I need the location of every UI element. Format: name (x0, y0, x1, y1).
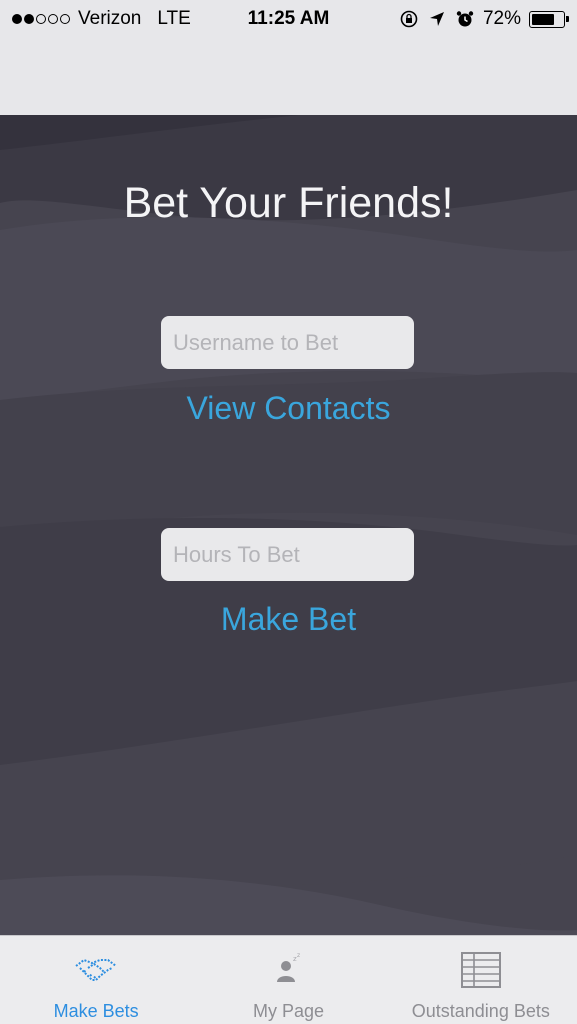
wave-background (0, 115, 577, 935)
hours-input[interactable] (161, 528, 414, 581)
tab-label: Outstanding Bets (411, 1001, 550, 1021)
navigation-bar (0, 38, 577, 115)
status-bar: Verizon LTE 11:25 AM 72% (0, 0, 577, 38)
battery-percentage: 72% (482, 8, 521, 29)
location-arrow-icon (429, 12, 444, 26)
status-right: 72% (399, 8, 569, 30)
tab-label: Make Bets (53, 1001, 139, 1021)
person-sleeping-icon: z z (277, 952, 301, 982)
handshake-icon (75, 958, 117, 981)
tab-my-page[interactable]: z z My Page (192, 936, 384, 1024)
page-title: Bet Your Friends! (123, 179, 454, 227)
tab-bar: Make Bets z z My Page Outstanding Bets (0, 935, 577, 1024)
tab-outstanding-bets[interactable]: Outstanding Bets (385, 936, 577, 1024)
tab-label: My Page (252, 1001, 324, 1021)
table-grid-icon (460, 952, 501, 988)
view-contacts-button[interactable]: View Contacts (0, 390, 577, 427)
main-content: Bet Your Friends! View Contacts Make Bet (0, 115, 577, 935)
battery-icon (529, 10, 569, 28)
rotation-lock-icon (400, 10, 418, 28)
tab-make-bets[interactable]: Make Bets (0, 936, 192, 1024)
make-bet-button[interactable]: Make Bet (0, 601, 577, 638)
username-input[interactable] (161, 316, 414, 369)
alarm-clock-icon (456, 11, 474, 27)
svg-text:z: z (297, 952, 300, 959)
